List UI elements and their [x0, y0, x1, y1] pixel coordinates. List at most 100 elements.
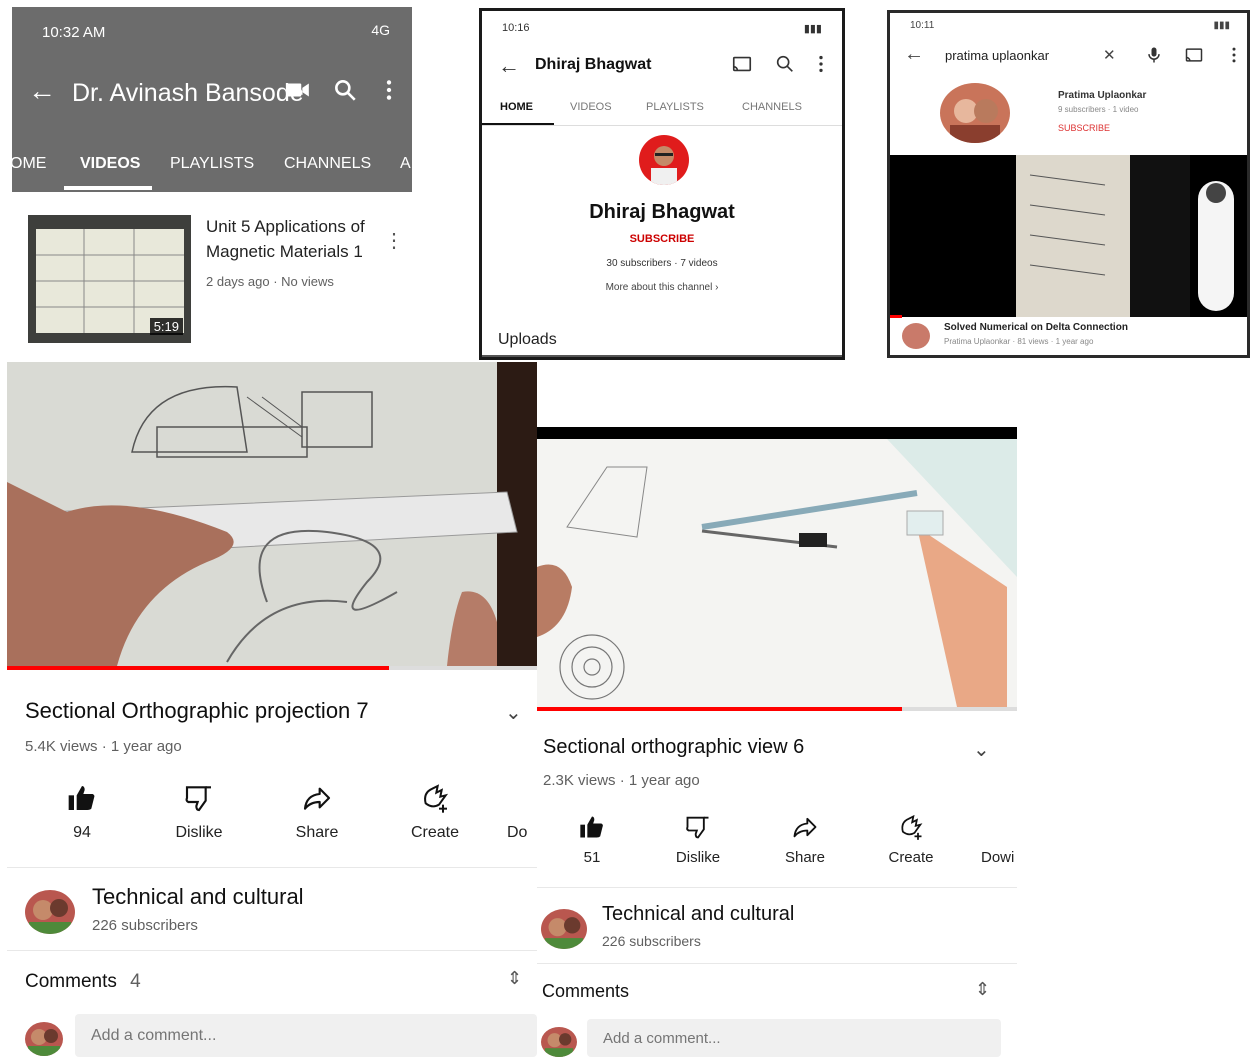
chevron-down-icon[interactable]: ⌄: [505, 700, 522, 725]
create-icon: [901, 814, 923, 840]
avatar[interactable]: [25, 890, 75, 934]
comment-input[interactable]: [587, 1019, 1001, 1057]
comments-label: Comments: [542, 981, 630, 1001]
close-icon[interactable]: ✕: [1103, 46, 1116, 64]
status-time: 10:32 AM: [42, 24, 106, 41]
create-icon: [424, 784, 449, 813]
search-icon[interactable]: [774, 53, 796, 75]
arrow-left-icon[interactable]: ←: [498, 53, 520, 79]
subscribe-button[interactable]: SUBSCRIBE: [1058, 123, 1110, 133]
tab-home[interactable]: OME: [12, 155, 46, 173]
channel-videos-screen: 10:32 AM 4G ← Dr. Avinash Bansode OME VI…: [12, 7, 412, 357]
video-title[interactable]: Unit 5 Applications of Magnetic Material…: [206, 214, 376, 264]
divider: [482, 125, 842, 126]
arrow-left-icon[interactable]: ←: [904, 43, 924, 66]
create-label: Create: [410, 824, 460, 841]
video-title: Sectional Orthographic projection 7: [25, 698, 369, 723]
more-vert-icon[interactable]: [1224, 45, 1244, 65]
channel-subscribers: 226 subscribers: [602, 933, 701, 949]
avatar[interactable]: [541, 909, 587, 949]
avatar: [25, 1022, 63, 1056]
avatar-image: [28, 1029, 60, 1056]
avatar-image: [651, 146, 677, 185]
more-about-link[interactable]: More about this channel ›: [482, 282, 842, 293]
download-label: Dowi: [981, 849, 1015, 866]
chevron-down-icon[interactable]: ⌄: [973, 737, 990, 762]
watch-screen-projection-7: Sectional Orthographic projection 7 ⌄ 5.…: [7, 362, 537, 1057]
dislike-label: Dislike: [675, 849, 721, 866]
share-label: Share: [784, 849, 826, 866]
video-progress-bar[interactable]: [7, 666, 389, 670]
more-vert-icon[interactable]: [376, 77, 402, 103]
share-button[interactable]: Share: [272, 782, 362, 842]
channel-subscribers: 226 subscribers: [92, 917, 198, 934]
video-player[interactable]: [537, 427, 1017, 707]
cast-icon[interactable]: [1184, 45, 1204, 65]
sort-icon[interactable]: ⇕: [975, 979, 990, 1000]
comment-input[interactable]: [75, 1014, 537, 1057]
tab-videos[interactable]: VIDEOS: [570, 101, 612, 113]
comments-header[interactable]: Comments: [542, 981, 629, 1002]
video-progress-bar[interactable]: [537, 707, 902, 711]
arrow-left-icon[interactable]: ←: [28, 77, 56, 105]
avatar-image: [544, 917, 584, 949]
download-label: Do: [507, 824, 528, 841]
status-bar: 10:32 AM 4G: [12, 7, 412, 57]
avatar[interactable]: [940, 83, 1010, 143]
mic-icon[interactable]: [1144, 45, 1164, 65]
network-indicator: 4G: [371, 22, 390, 38]
share-label: Share: [295, 824, 339, 841]
more-vert-icon[interactable]: [810, 53, 832, 75]
comments-header[interactable]: Comments 4: [25, 971, 141, 993]
video-preview[interactable]: [890, 155, 1247, 317]
channel-name[interactable]: Technical and cultural: [602, 903, 794, 926]
video-title: Sectional orthographic view 6: [543, 736, 805, 758]
video-camera-icon[interactable]: [285, 77, 311, 103]
cast-icon[interactable]: [731, 53, 753, 75]
tab-channels[interactable]: CHANNELS: [284, 155, 371, 173]
tab-channels[interactable]: CHANNELS: [742, 101, 802, 113]
channel-name[interactable]: Pratima Uplaonkar: [1058, 90, 1146, 101]
video-player[interactable]: [7, 362, 537, 666]
avatar-image: [544, 1033, 574, 1057]
dislike-button[interactable]: Dislike: [653, 813, 743, 866]
tab-playlists[interactable]: PLAYLISTS: [170, 155, 254, 173]
status-bar: 10:16 ▮▮▮: [502, 22, 822, 35]
dislike-button[interactable]: Dislike: [154, 782, 244, 842]
status-bar: 10:11 ▮▮▮: [910, 20, 1230, 31]
divider: [537, 963, 1017, 964]
share-button[interactable]: Share: [760, 813, 850, 866]
channel-tabs: OME VIDEOS PLAYLISTS CHANNELS A: [12, 135, 412, 192]
more-vert-icon[interactable]: ⋮: [384, 228, 404, 253]
chevron-right-icon: ›: [715, 282, 719, 293]
download-button[interactable]: Dowi: [981, 813, 1017, 866]
avatar: [541, 1027, 577, 1057]
tab-playlists[interactable]: PLAYLISTS: [646, 101, 704, 113]
status-icons: ▮▮▮: [1213, 20, 1230, 31]
search-results-screen: 10:11 ▮▮▮ ← pratima uplaonkar ✕ Pratima …: [887, 10, 1250, 358]
thumbs-up-icon: [580, 816, 603, 838]
create-button[interactable]: Create: [390, 782, 480, 842]
share-icon: [303, 787, 331, 810]
like-button[interactable]: 94: [37, 782, 127, 842]
avatar[interactable]: [639, 135, 689, 185]
video-progress-bar[interactable]: [890, 315, 902, 318]
share-icon: [793, 817, 817, 838]
create-button[interactable]: Create: [866, 813, 956, 866]
thumbs-down-icon: [686, 816, 709, 839]
search-input[interactable]: pratima uplaonkar: [945, 48, 1049, 63]
tab-videos[interactable]: VIDEOS: [80, 155, 140, 173]
sort-icon[interactable]: ⇕: [507, 968, 522, 989]
video-title[interactable]: Solved Numerical on Delta Connection: [944, 322, 1128, 333]
video-list-item[interactable]: 5:19 Unit 5 Applications of Magnetic Mat…: [12, 192, 412, 357]
avatar[interactable]: [902, 323, 930, 349]
search-icon[interactable]: [332, 77, 358, 103]
tab-home[interactable]: HOME: [500, 101, 533, 113]
like-button[interactable]: 51: [547, 813, 637, 866]
video-thumbnail[interactable]: 5:19: [28, 215, 191, 343]
divider: [537, 887, 1017, 888]
tab-about[interactable]: A: [400, 155, 411, 173]
subscribe-button[interactable]: SUBSCRIBE: [482, 233, 842, 245]
download-button[interactable]: Do: [507, 782, 537, 842]
channel-name[interactable]: Technical and cultural: [92, 884, 304, 910]
